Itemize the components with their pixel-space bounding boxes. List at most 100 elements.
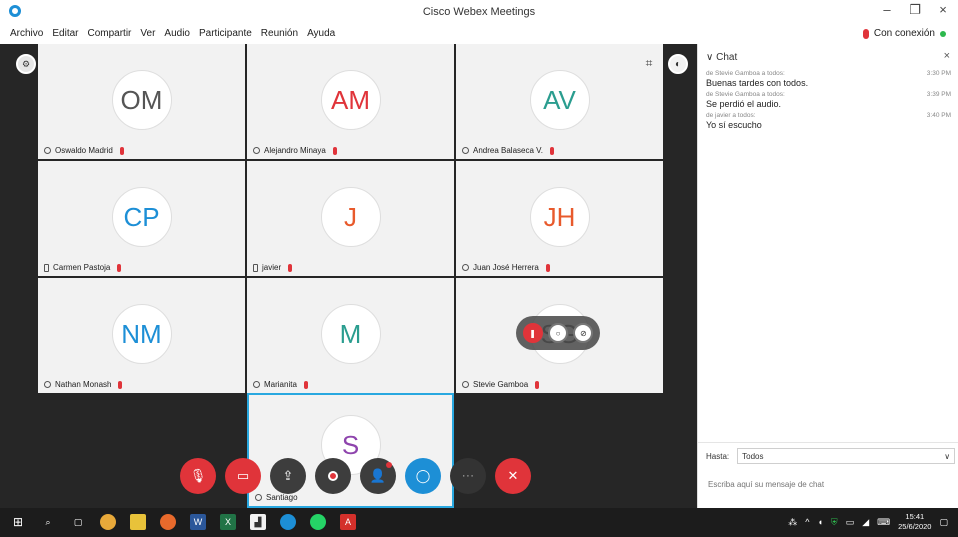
avatar-initials: S [341, 429, 360, 460]
participant-tile[interactable]: M Marianita [247, 278, 454, 393]
participant-name: Marianita [264, 380, 297, 389]
menu-item-compartir[interactable]: Compartir [87, 28, 131, 39]
chat-button[interactable]: ◯ [405, 458, 441, 494]
participant-more-button[interactable]: ⊘ [573, 323, 594, 343]
participant-mute-button[interactable]: ❚ [522, 323, 543, 343]
participants-button[interactable]: 👤 [360, 458, 396, 494]
computer-audio-icon [255, 494, 262, 501]
menu-item-ayuda[interactable]: Ayuda [307, 28, 335, 39]
microphone-muted-icon [862, 28, 869, 39]
chevron-down-icon: ∨ [944, 451, 951, 461]
muted-icon [545, 263, 550, 272]
avatar-initials: NM [121, 318, 162, 349]
whatsapp-icon[interactable] [310, 514, 326, 530]
participant-name: Nathan Monash [55, 380, 112, 389]
muted-icon [549, 146, 554, 155]
excel-icon[interactable]: X [220, 514, 236, 530]
shield-icon[interactable]: ⛨ [831, 517, 838, 528]
participant-tile[interactable]: AM Alejandro Minaya [247, 44, 454, 159]
system-tray: ⁂ ^ ◖ ⛨ ▭ ◢ ⌨ 15:41 25/6/2020 ▢ [788, 512, 948, 532]
volume-icon[interactable]: ◖ [817, 517, 822, 527]
firefox-icon[interactable] [160, 514, 176, 530]
participant-name: Oswaldo Madrid [55, 146, 113, 155]
participant-tile[interactable]: J javier [247, 161, 454, 276]
word-icon[interactable]: W [190, 514, 206, 530]
share-button[interactable]: ⇪ [270, 458, 306, 494]
participant-name: Andrea Balaseca V. [473, 146, 543, 155]
muted-icon [332, 146, 337, 155]
avatar: NM [111, 304, 172, 364]
battery-icon[interactable]: ▭ [846, 517, 855, 528]
connection-indicator-icon [940, 30, 946, 37]
close-icon[interactable]: × [936, 2, 950, 18]
chat-header[interactable]: ∨ Chat [706, 52, 737, 63]
chat-message: de Stevie Gamboa a todos: 3:39 PM Se perd… [706, 91, 951, 109]
avatar-initials: JH [543, 201, 576, 232]
file-explorer-icon[interactable] [130, 514, 146, 530]
avatar-initials: CP [123, 201, 160, 232]
muted-icon [117, 263, 122, 272]
wifi-icon[interactable]: ◢ [862, 517, 869, 528]
chat-message: de javier a todos: 3:40 PM Yo sí escucho [706, 112, 951, 130]
participant-chat-button[interactable]: ○ [547, 323, 568, 343]
participant-tile[interactable]: JH Juan José Herrera [456, 161, 663, 276]
menu-item-archivo[interactable]: Archivo [10, 28, 43, 39]
recipient-value: Todos [742, 451, 764, 461]
menu-item-reunion[interactable]: Reunión [261, 28, 298, 39]
task-view-icon[interactable]: ▢ [70, 514, 86, 530]
mute-button[interactable]: 🎙 [180, 458, 216, 494]
computer-audio-icon [44, 381, 51, 388]
chat-close-button[interactable]: × [944, 50, 950, 62]
participant-tile[interactable]: OM Oswaldo Madrid [38, 44, 245, 159]
computer-audio-icon [44, 147, 51, 154]
webex-icon[interactable] [280, 514, 296, 530]
microphone-icon: ❚ [529, 328, 536, 338]
windows-start-icon[interactable]: ⊞ [10, 514, 26, 530]
recipient-label: Hasta: [706, 451, 730, 461]
participant-tile[interactable]: AV Andrea Balaseca V. [456, 44, 663, 159]
message-time: 3:30 PM [926, 70, 951, 77]
participant-tile[interactable]: CP Carmen Pastoja [38, 161, 245, 276]
computer-audio-icon [253, 147, 260, 154]
layout-switch-button[interactable]: ⚙ [16, 54, 36, 74]
window-title: Cisco Webex Meetings [422, 6, 536, 18]
menu-item-participante[interactable]: Participante [199, 28, 252, 39]
chevron-down-icon: ∨ [706, 52, 714, 63]
chat-messages: de Stevie Gamboa a todos: 3:30 PM Buenas … [706, 70, 951, 133]
message-time: 3:40 PM [926, 112, 951, 119]
search-icon[interactable]: ⌕ [40, 514, 56, 530]
acrobat-icon[interactable]: A [340, 514, 356, 530]
notifications-icon[interactable]: ▢ [939, 517, 948, 528]
clock[interactable]: 15:41 25/6/2020 [898, 512, 931, 532]
panel-toggle-button[interactable]: ◐ [668, 54, 688, 74]
avatar: M [320, 304, 381, 364]
people-icon[interactable]: ⁂ [788, 517, 797, 528]
participant-name: Carmen Pastoja [53, 263, 111, 272]
chat-message-input[interactable] [708, 476, 948, 492]
grid-icon: ⌗ [645, 56, 653, 70]
panel-icon: ◐ [674, 58, 682, 70]
recipient-row: Hasta: Todos ∨ [706, 448, 956, 464]
phone-icon [253, 263, 258, 272]
maximize-icon[interactable]: ❐ [908, 2, 922, 18]
participant-tile[interactable]: NM Nathan Monash [38, 278, 245, 393]
app-icon[interactable]: ▟ [250, 514, 266, 530]
menu-item-ver[interactable]: Ver [140, 28, 155, 39]
avatar-initials: J [344, 201, 357, 232]
participant-label: Oswaldo Madrid [44, 146, 124, 155]
menu-item-audio[interactable]: Audio [164, 28, 190, 39]
video-button[interactable]: ▭ [225, 458, 261, 494]
more-options-button[interactable]: ⋯ [450, 458, 486, 494]
record-button[interactable] [315, 458, 351, 494]
avatar-initials: OM [120, 84, 163, 115]
chrome-icon[interactable] [100, 514, 116, 530]
participant-label: Carmen Pastoja [44, 263, 122, 272]
keyboard-icon[interactable]: ⌨ [877, 517, 890, 528]
menu-item-editar[interactable]: Editar [52, 28, 78, 39]
leave-meeting-button[interactable]: ✕ [495, 458, 531, 494]
chevron-up-icon[interactable]: ^ [805, 517, 809, 527]
minimize-icon[interactable]: – [880, 2, 894, 18]
avatar: CP [111, 187, 172, 247]
recipient-select[interactable]: Todos ∨ [737, 448, 956, 464]
grid-view-button[interactable]: ⌗ [640, 54, 658, 72]
